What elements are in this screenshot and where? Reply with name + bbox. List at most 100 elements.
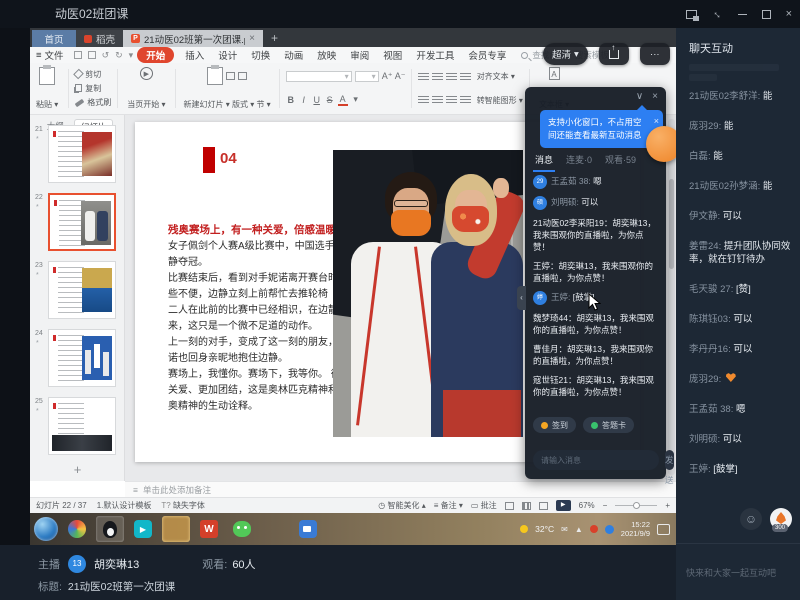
taskbar-app[interactable] <box>294 516 322 542</box>
font-size-select[interactable]: ▾ <box>355 71 379 82</box>
quality-button[interactable]: 超清▾ <box>543 43 588 65</box>
paste-group[interactable]: 粘贴 ▾ <box>32 67 62 110</box>
slideshow-button[interactable]: ▶ <box>556 500 571 511</box>
align-left-icon[interactable] <box>418 96 429 104</box>
answer-card-button[interactable]: 答题卡 <box>583 417 634 433</box>
cut-button[interactable]: 剪切 <box>75 69 111 80</box>
menu-item[interactable]: 开始 <box>137 47 174 63</box>
menu-item[interactable]: 动画 <box>277 48 310 62</box>
menu-item[interactable]: 会员专享 <box>461 48 513 62</box>
normal-view-icon[interactable] <box>505 502 514 510</box>
new-tab-button[interactable]: + <box>271 30 278 47</box>
maximize-icon[interactable] <box>762 10 771 19</box>
slide-sorter-icon[interactable] <box>522 502 531 510</box>
bullets-icon[interactable] <box>418 73 429 81</box>
menu-item[interactable]: 插入 <box>178 48 211 62</box>
tab-close-icon[interactable]: × <box>249 33 255 44</box>
menu-item[interactable]: 设计 <box>211 48 244 62</box>
start-button[interactable] <box>34 517 58 541</box>
print-icon[interactable] <box>88 51 96 59</box>
slide-thumbnail[interactable]: 21 * <box>48 125 119 183</box>
popup-tab[interactable]: 消息 <box>535 153 553 166</box>
close-icon[interactable]: × <box>786 9 792 20</box>
taskbar-app[interactable] <box>228 516 256 542</box>
network-icon[interactable] <box>605 525 614 534</box>
align-right-icon[interactable] <box>446 96 457 104</box>
zoom-out-icon[interactable]: − <box>603 501 608 510</box>
picture-in-picture-icon[interactable] <box>686 10 697 19</box>
vertical-scrollbar[interactable] <box>668 119 675 475</box>
taskbar-app[interactable] <box>261 516 289 542</box>
undo-icon[interactable]: ↺ <box>102 50 110 61</box>
host-avatar[interactable]: 13 <box>68 555 86 573</box>
notification-icon[interactable] <box>657 524 670 535</box>
menu-item[interactable]: 切换 <box>244 48 277 62</box>
menu-item[interactable]: 开发工具 <box>409 48 461 62</box>
underline-button[interactable]: U <box>312 95 322 105</box>
taskbar-app[interactable] <box>96 516 124 542</box>
tab-document[interactable]: P 21动医02班第一次团课.pptx × <box>123 30 263 47</box>
popup-send-button[interactable]: 发送 <box>665 450 674 470</box>
new-slide-icon[interactable] <box>207 67 223 85</box>
notes-bar[interactable]: ≡ 单击此处添加备注 <box>125 481 676 497</box>
redo-icon[interactable]: ↻ <box>115 50 123 61</box>
popup-tab[interactable]: 观看·59 <box>605 153 636 166</box>
zoom-level[interactable]: 67% <box>579 501 595 510</box>
convert-smartart-button[interactable]: 转智能图形 ▾ <box>477 95 523 106</box>
more-button[interactable]: ··· <box>640 43 670 65</box>
popup-collapse-icon[interactable]: ∨ <box>636 91 643 102</box>
taskbar-app[interactable] <box>63 516 91 542</box>
bold-button[interactable]: B <box>286 95 296 105</box>
tray-expand-icon[interactable]: ▲ <box>575 525 583 534</box>
strikethrough-button[interactable]: S <box>325 95 335 105</box>
zoom-slider-knob[interactable] <box>633 502 640 509</box>
clock[interactable]: 15:22 2021/9/9 <box>621 520 650 538</box>
section-icon[interactable] <box>238 72 247 80</box>
tab-wps-home[interactable]: 首页 <box>32 30 76 47</box>
zoom-in-icon[interactable]: + <box>665 501 670 510</box>
mail-icon[interactable]: ✉ <box>561 525 568 534</box>
slide-thumbnail[interactable]: 24 * <box>48 329 119 387</box>
menu-item[interactable]: 放映 <box>310 48 343 62</box>
minimize-icon[interactable] <box>738 14 747 15</box>
design-template[interactable]: 1.默认设计模板 <box>97 500 152 511</box>
share-button[interactable] <box>599 43 629 65</box>
align-center-icon[interactable] <box>432 96 443 104</box>
layout-icon[interactable] <box>226 72 235 80</box>
taskbar-app[interactable] <box>162 516 190 542</box>
fullscreen-icon[interactable]: ↔ <box>709 6 725 22</box>
notes-toggle-button[interactable]: ≡ 备注 ▾ <box>434 500 463 511</box>
sign-in-button[interactable]: 签到 <box>533 417 576 433</box>
emoji-button[interactable]: ☺ <box>740 508 762 530</box>
beautify-button[interactable]: ◷ 智能美化 ▴ <box>378 500 425 511</box>
popup-tab[interactable]: 连麦·0 <box>566 153 592 166</box>
reading-view-icon[interactable] <box>539 502 548 510</box>
popup-message-input[interactable] <box>533 450 659 470</box>
slide-thumbnail[interactable]: 25 * <box>48 397 119 455</box>
chat-message-input[interactable] <box>686 568 800 586</box>
quick-access-toolbar[interactable]: ↺ ↻ ▾ <box>74 50 134 61</box>
taskbar-app[interactable]: W <box>195 516 223 542</box>
taskbar-app[interactable]: ▶ <box>129 516 157 542</box>
tray-app-icon[interactable] <box>590 525 598 533</box>
line-spacing-icon[interactable] <box>460 96 471 104</box>
format-painter-button[interactable]: 格式刷 <box>75 97 111 108</box>
slide-thumbnail[interactable]: 22 * <box>48 193 119 251</box>
font-color-button[interactable]: A <box>338 94 348 106</box>
tab-docer[interactable]: 稻壳 <box>76 30 123 47</box>
indent-increase-icon[interactable] <box>460 73 471 81</box>
comment-button[interactable]: ▭ 批注 <box>471 500 497 511</box>
indent-decrease-icon[interactable] <box>446 73 457 81</box>
popup-close-icon[interactable]: × <box>652 91 658 102</box>
gift-button[interactable]: 300 <box>770 508 792 530</box>
italic-button[interactable]: I <box>299 95 309 105</box>
align-text-button[interactable]: 对齐文本 ▾ <box>477 71 523 82</box>
missing-font-warning[interactable]: T? 缺失字体 <box>161 500 205 511</box>
zoom-slider[interactable] <box>615 505 657 506</box>
font-name-select[interactable]: ▾ <box>286 71 352 82</box>
menu-item[interactable]: 审阅 <box>343 48 376 62</box>
add-slide-button[interactable]: + <box>30 462 125 477</box>
copy-button[interactable]: 复制 <box>75 83 111 94</box>
popup-collapse-handle[interactable]: ‹ <box>517 286 526 310</box>
save-icon[interactable] <box>74 51 82 59</box>
